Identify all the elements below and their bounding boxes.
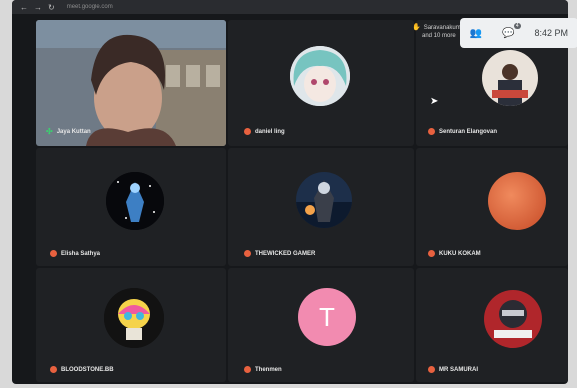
mic-muted-icon [50, 250, 57, 257]
browser-toolbar: ← → ↻ meet.google.com [12, 0, 568, 14]
mic-muted-icon [244, 128, 251, 135]
monitor-bezel: ← → ↻ meet.google.com ✣ Jaya Kuttan dani… [0, 0, 577, 388]
participant-name-tag: daniel ling [244, 128, 285, 135]
participant-name: KUKU KOKAM [439, 250, 481, 257]
participant-name-tag: Elisha Sathya [50, 250, 100, 257]
hand-icon: ✋ [412, 24, 421, 31]
chat-badge: 4 [513, 22, 521, 29]
participant-name: THEWICKED GAMER [255, 250, 316, 257]
clock-time: 8:42 PM [534, 28, 569, 38]
reload-icon[interactable]: ↻ [48, 3, 55, 12]
mic-muted-icon [50, 366, 57, 373]
participant-tile-kuku[interactable]: KUKU KOKAM [416, 148, 568, 266]
mic-muted-icon [244, 250, 251, 257]
back-icon[interactable]: ← [20, 3, 28, 12]
forward-icon[interactable]: → [34, 3, 42, 12]
mic-active-icon: ✣ [46, 127, 53, 136]
participant-name-tag: KUKU KOKAM [428, 250, 481, 257]
avatar [488, 172, 546, 230]
mic-muted-icon [244, 366, 251, 373]
avatar-initial: T [298, 288, 356, 346]
screen: ← → ↻ meet.google.com ✣ Jaya Kuttan dani… [12, 0, 568, 384]
avatar [290, 46, 350, 106]
participant-name-tag: Thenmen [244, 366, 282, 373]
participant-name: daniel ling [255, 128, 285, 135]
participant-name-tag: BLOODSTONE.BB [50, 366, 114, 373]
participant-name-tag: MR SAMURAI [428, 366, 478, 373]
mic-muted-icon [428, 128, 435, 135]
participant-name-tag: ✣ Jaya Kuttan [46, 127, 91, 136]
participant-tile-daniel[interactable]: daniel ling [228, 20, 414, 146]
address-bar[interactable]: meet.google.com [67, 4, 113, 10]
participant-tile-thewicked[interactable]: THEWICKED GAMER [228, 148, 414, 266]
chat-icon[interactable]: 💬 4 [502, 22, 521, 39]
participant-tile-elisha[interactable]: Elisha Sathya [36, 148, 226, 266]
participant-tile-bloodstone[interactable]: BLOODSTONE.BB [36, 268, 226, 382]
participant-name: Thenmen [255, 366, 282, 373]
mic-muted-icon [428, 250, 435, 257]
participant-name: Jaya Kuttan [56, 128, 91, 135]
participant-name: Senturan Elangovan [439, 128, 498, 135]
participant-name-tag: Senturan Elangovan [428, 128, 497, 135]
avatar [106, 172, 164, 230]
participant-name: MR SAMURAI [439, 366, 478, 373]
participant-tile-mrsamurai[interactable]: MR SAMURAI [416, 268, 568, 382]
mic-muted-icon [428, 366, 435, 373]
mouse-cursor: ➤ [430, 96, 439, 107]
avatar [482, 50, 538, 106]
avatar [484, 290, 542, 348]
participant-name-tag: THEWICKED GAMER [244, 250, 315, 257]
participant-tile-thenmen[interactable]: T Thenmen [228, 268, 414, 382]
participant-tile-jaya[interactable]: ✣ Jaya Kuttan [36, 20, 226, 146]
meeting-toolbar: 👥 💬 4 8:42 PM [460, 18, 577, 48]
avatar [104, 288, 164, 348]
people-icon[interactable]: 👥 [470, 28, 482, 39]
avatar [296, 172, 352, 228]
participant-name: BLOODSTONE.BB [61, 366, 114, 373]
participant-name: Elisha Sathya [61, 250, 101, 257]
